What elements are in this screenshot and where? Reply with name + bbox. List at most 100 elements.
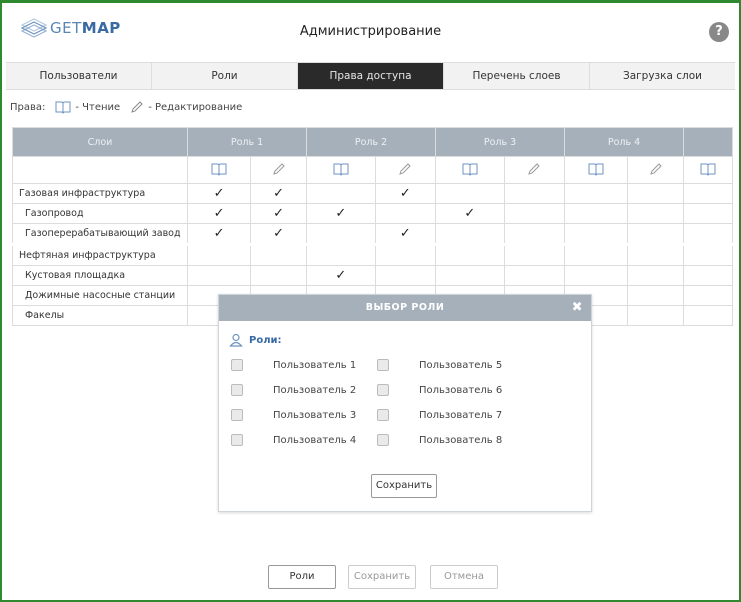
tab-layer-upload[interactable]: Загрузка слои xyxy=(590,63,735,89)
permission-cell[interactable]: ✓ xyxy=(374,223,437,245)
permission-cell[interactable] xyxy=(503,203,566,224)
save-button[interactable]: Сохранить xyxy=(348,565,416,589)
check-icon: ✓ xyxy=(273,186,285,201)
permission-cell[interactable] xyxy=(563,265,629,286)
layer-name: Газопровод xyxy=(12,203,188,224)
permission-cell[interactable] xyxy=(250,265,307,286)
permission-cell[interactable] xyxy=(374,265,437,286)
table-header-row: Слои Роль 1 Роль 2 Роль 3 Роль 4 xyxy=(12,127,733,157)
permission-cell[interactable] xyxy=(627,223,684,245)
permission-cell[interactable] xyxy=(563,203,629,224)
user-checkbox[interactable] xyxy=(231,359,243,371)
rights-icon-row xyxy=(12,156,733,184)
dialog-header: ВЫБОР РОЛИ ✖ xyxy=(219,295,591,321)
user-option: Пользователь 1 xyxy=(231,359,356,371)
legend-read-label: - Чтение xyxy=(75,101,121,113)
legend-prefix: Права: xyxy=(10,101,46,113)
user-option: Пользователь 8 xyxy=(377,434,502,446)
permission-cell[interactable] xyxy=(435,223,505,245)
permission-cell[interactable] xyxy=(306,183,376,204)
user-option: Пользователь 5 xyxy=(377,359,502,371)
check-icon: ✓ xyxy=(213,206,225,221)
permission-cell[interactable] xyxy=(683,265,733,286)
permission-cell[interactable] xyxy=(563,243,629,266)
permission-cell[interactable] xyxy=(683,305,733,326)
layers-column-header: Слои xyxy=(12,127,188,157)
user-checkbox[interactable] xyxy=(231,434,243,446)
tab-roles[interactable]: Роли xyxy=(152,63,298,89)
permission-cell[interactable]: ✓ xyxy=(250,183,307,204)
pencil-icon xyxy=(250,156,307,184)
tab-access-rights[interactable]: Права доступа xyxy=(298,63,444,89)
permission-cell[interactable]: ✓ xyxy=(186,223,252,245)
user-checkbox[interactable] xyxy=(377,384,389,396)
permission-cell[interactable] xyxy=(683,243,733,266)
role-column-header: Роль 3 xyxy=(435,127,565,157)
user-checkbox[interactable] xyxy=(231,409,243,421)
user-option-label: Пользователь 7 xyxy=(419,409,503,421)
tab-users[interactable]: Пользователи xyxy=(6,63,152,89)
permission-cell[interactable] xyxy=(627,183,684,204)
permission-cell[interactable] xyxy=(186,265,252,286)
role-column-header-overflow xyxy=(683,127,733,157)
cancel-button[interactable]: Отмена xyxy=(430,565,498,589)
permission-cell[interactable] xyxy=(503,243,566,266)
rights-legend: Права: - Чтение - Редактирование xyxy=(10,100,242,114)
book-icon xyxy=(55,101,71,114)
permission-cell[interactable] xyxy=(503,265,566,286)
permission-cell[interactable] xyxy=(683,285,733,306)
permission-cell[interactable]: ✓ xyxy=(435,203,505,224)
permission-cell[interactable] xyxy=(186,243,252,266)
check-icon: ✓ xyxy=(464,206,476,221)
user-checkbox[interactable] xyxy=(377,434,389,446)
permission-cell[interactable] xyxy=(563,183,629,204)
roles-button[interactable]: Роли xyxy=(268,565,336,589)
user-option-label: Пользователь 2 xyxy=(273,384,357,396)
table-row: Кустовая площадка ✓ xyxy=(12,265,733,286)
permission-cell[interactable] xyxy=(627,265,684,286)
permission-cell[interactable]: ✓ xyxy=(306,203,376,224)
permission-cell[interactable] xyxy=(374,203,437,224)
permission-cell[interactable]: ✓ xyxy=(250,223,307,245)
permission-cell[interactable] xyxy=(374,243,437,266)
layer-name: Кустовая площадка xyxy=(12,265,188,286)
user-option-label: Пользователь 1 xyxy=(273,359,357,371)
permission-cell[interactable] xyxy=(435,243,505,266)
permission-cell[interactable] xyxy=(306,243,376,266)
role-column-header: Роль 2 xyxy=(306,127,436,157)
dialog-save-button[interactable]: Сохранить xyxy=(371,474,437,498)
permission-cell[interactable] xyxy=(435,183,505,204)
permission-cell[interactable]: ✓ xyxy=(374,183,437,204)
book-icon xyxy=(435,156,505,184)
user-option-label: Пользователь 8 xyxy=(419,434,503,446)
permission-cell[interactable] xyxy=(683,203,733,224)
user-option: Пользователь 7 xyxy=(377,409,502,421)
user-checkbox[interactable] xyxy=(377,409,389,421)
layer-name: Дожимные насосные станции xyxy=(12,285,188,306)
permission-cell[interactable] xyxy=(435,265,505,286)
user-checkbox[interactable] xyxy=(231,384,243,396)
tab-bar: Пользователи Роли Права доступа Перечень… xyxy=(6,62,735,90)
permission-cell[interactable] xyxy=(683,183,733,204)
tab-layer-list[interactable]: Перечень слоев xyxy=(444,63,590,89)
permission-cell[interactable] xyxy=(503,223,566,245)
permission-cell[interactable]: ✓ xyxy=(186,183,252,204)
permission-cell[interactable] xyxy=(683,223,733,245)
permission-cell[interactable] xyxy=(627,305,684,326)
permission-cell[interactable] xyxy=(627,285,684,306)
permission-cell[interactable]: ✓ xyxy=(306,265,376,286)
user-checkbox[interactable] xyxy=(377,359,389,371)
permission-cell[interactable]: ✓ xyxy=(186,203,252,224)
permission-cell[interactable] xyxy=(627,243,684,266)
close-icon[interactable]: ✖ xyxy=(572,295,583,321)
user-option: Пользователь 2 xyxy=(231,384,356,396)
page-title: Администрирование xyxy=(299,24,442,39)
permission-cell[interactable]: ✓ xyxy=(250,203,307,224)
permission-cell[interactable] xyxy=(503,183,566,204)
permission-cell[interactable] xyxy=(250,243,307,266)
permission-cell[interactable] xyxy=(627,203,684,224)
permission-cell[interactable] xyxy=(563,223,629,245)
permission-cell[interactable] xyxy=(306,223,376,245)
help-icon[interactable]: ? xyxy=(709,22,729,42)
check-icon: ✓ xyxy=(213,226,225,241)
